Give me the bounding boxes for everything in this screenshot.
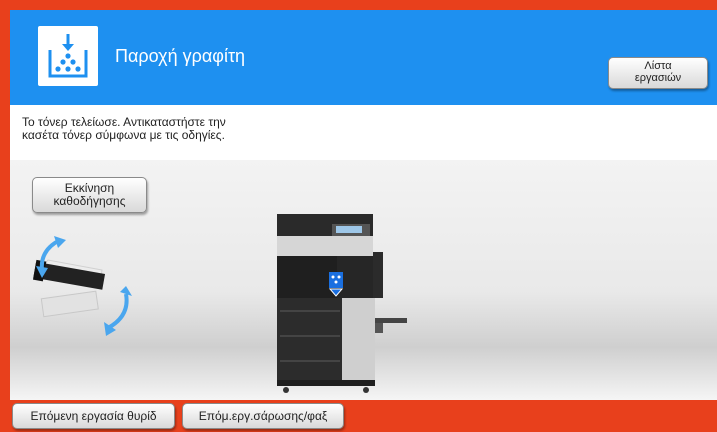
printer-illustration — [277, 214, 407, 393]
start-guidance-button[interactable]: Εκκίνηση καθοδήγησης — [32, 177, 147, 213]
toner-cartridge-shake-illustration — [32, 236, 132, 336]
status-message: Το τόνερ τελείωσε. Αντικαταστήστε την κα… — [22, 115, 352, 143]
status-message-line1: Το τόνερ τελείωσε. Αντικαταστήστε την — [22, 115, 226, 129]
guidance-illustration-area: Εκκίνηση καθοδήγησης — [10, 160, 717, 400]
next-scan-fax-job-button[interactable]: Επόμ.εργ.σάρωσης/φαξ — [182, 403, 344, 429]
start-guidance-label-line2: καθοδήγησης — [53, 194, 126, 208]
status-message-line2: κασέτα τόνερ σύμφωνα με τις οδηγίες. — [22, 128, 225, 143]
toner-supply-icon — [38, 26, 98, 86]
page-title: Παροχή γραφίτη — [115, 46, 246, 66]
next-job-button[interactable]: Επόμενη εργασία θυρίδ — [12, 403, 175, 429]
job-list-button[interactable]: Λίστα εργασιών — [608, 57, 708, 89]
job-list-button-label-line2: εργασιών — [634, 72, 682, 84]
header-bar: Παροχή γραφίτη Λίστα εργασιών — [10, 10, 717, 105]
status-message-area: Το τόνερ τελείωσε. Αντικαταστήστε την κα… — [10, 105, 717, 160]
footer-bar: Επόμενη εργασία θυρίδ Επόμ.εργ.σάρωσης/φ… — [10, 400, 717, 432]
